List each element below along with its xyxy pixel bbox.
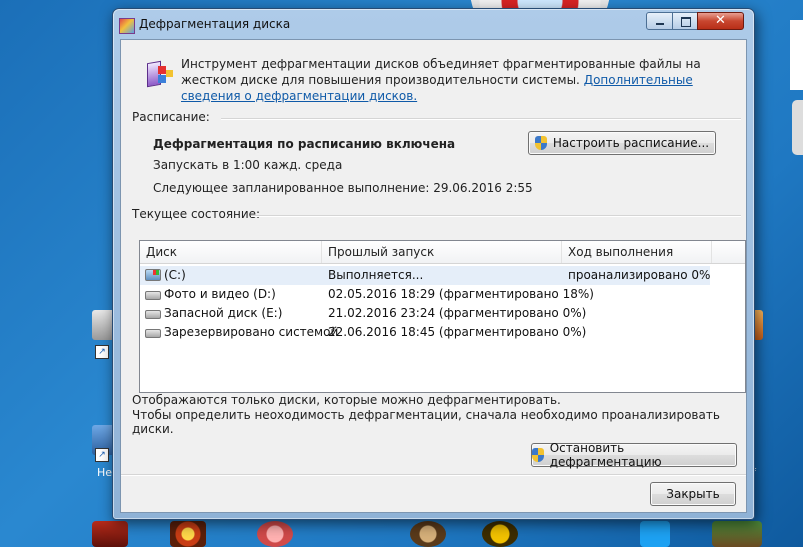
desktop-icon-label-right: DA To [792,47,803,76]
disk-list[interactable]: Диск Прошлый запуск Ход выполнения (C:) … [139,240,746,393]
taskbar-app-icon[interactable] [170,521,206,547]
disk-list-header: Диск Прошлый запуск Ход выполнения [140,241,745,264]
disk-name: Запасной диск (E:) [164,306,283,320]
taskbar-app-icon[interactable] [640,521,670,547]
minimize-icon [656,23,664,25]
close-icon: ✕ [715,13,726,28]
hard-drive-icon [145,310,161,319]
stop-defrag-label: Остановить дефрагментацию [549,441,662,469]
taskbar-app-icon[interactable] [482,521,518,547]
defrag-app-icon [119,18,135,34]
close-button[interactable]: Закрыть [650,482,736,506]
shortcut-arrow-icon: ↗ [95,448,109,462]
uac-shield-icon [532,448,545,462]
defrag-window: Дефрагментация диска ✕ Инструмент дефраг… [112,8,755,520]
disk-last-run: 21.02.2016 23:24 (фрагментировано 0%) [328,306,587,320]
taskbar-app-icon[interactable] [92,521,128,547]
disk-row-e[interactable]: Запасной диск (E:) 21.02.2016 23:24 (фра… [140,304,710,323]
taskbar-app-icon[interactable] [410,521,446,547]
disk-last-run: 02.05.2016 18:29 (фрагментировано 18%) [328,287,594,301]
divider [251,215,741,217]
close-button-label: Закрыть [666,487,720,501]
disk-name: Фото и видео (D:) [164,287,276,301]
schedule-run-time: Запускать в 1:00 кажд. среда [153,158,343,172]
note-line-2: Чтобы определить неоходимость дефрагмент… [132,408,720,436]
uac-shield-icon [534,136,548,150]
column-header-disk[interactable]: Диск [140,241,322,263]
maximize-icon [681,17,691,27]
desktop-icon-label: He [97,466,113,479]
header-description: Инструмент дефрагментации дисков объедин… [181,56,741,104]
configure-schedule-button[interactable]: Настроить расписание... [528,131,716,155]
current-status-label: Текущее состояние: [132,207,261,221]
taskbar-app-icon[interactable] [257,521,293,547]
footer-divider [121,474,746,476]
taskbar-app-icon[interactable] [712,521,762,547]
disk-last-run: Выполняется... [328,268,424,282]
shortcut-arrow-icon: ↗ [95,345,109,359]
window-title: Дефрагментация диска [139,17,291,31]
system-drive-icon [145,269,161,281]
disk-row-reserved[interactable]: Зарезервировано системой 22.06.2016 18:4… [140,323,710,342]
close-window-button[interactable]: ✕ [697,12,744,30]
column-header-progress[interactable]: Ход выполнения [562,241,712,263]
title-bar[interactable]: Дефрагментация диска ✕ [113,9,754,39]
disk-name: Зарезервировано системой [164,325,339,339]
schedule-next-run: Следующее запланированное выполнение: 29… [153,181,533,195]
disk-row-d[interactable]: Фото и видео (D:) 02.05.2016 18:29 (фраг… [140,285,710,304]
note-line-1: Отображаются только диски, которые можно… [132,393,561,407]
defrag-tool-icon [144,58,174,88]
configure-schedule-label: Настроить расписание... [552,136,710,150]
disk-progress: проанализировано 0% [568,268,711,282]
stop-defrag-button[interactable]: Остановить дефрагментацию [531,441,737,469]
desktop-icon-right-second[interactable] [792,100,803,155]
column-header-last-run[interactable]: Прошлый запуск [322,241,562,263]
disk-row-c[interactable]: (C:) Выполняется... проанализировано 0% [140,266,710,285]
hard-drive-icon [145,291,161,300]
schedule-status: Дефрагментация по расписанию включена [153,137,456,151]
maximize-button[interactable] [672,12,698,30]
minimize-button[interactable] [646,12,673,30]
disk-name: (C:) [164,268,186,282]
window-content: Инструмент дефрагментации дисков объедин… [120,39,747,513]
divider [221,118,741,120]
schedule-label: Расписание: [132,110,210,124]
hard-drive-icon [145,329,161,338]
disk-last-run: 22.06.2016 18:45 (фрагментировано 0%) [328,325,587,339]
